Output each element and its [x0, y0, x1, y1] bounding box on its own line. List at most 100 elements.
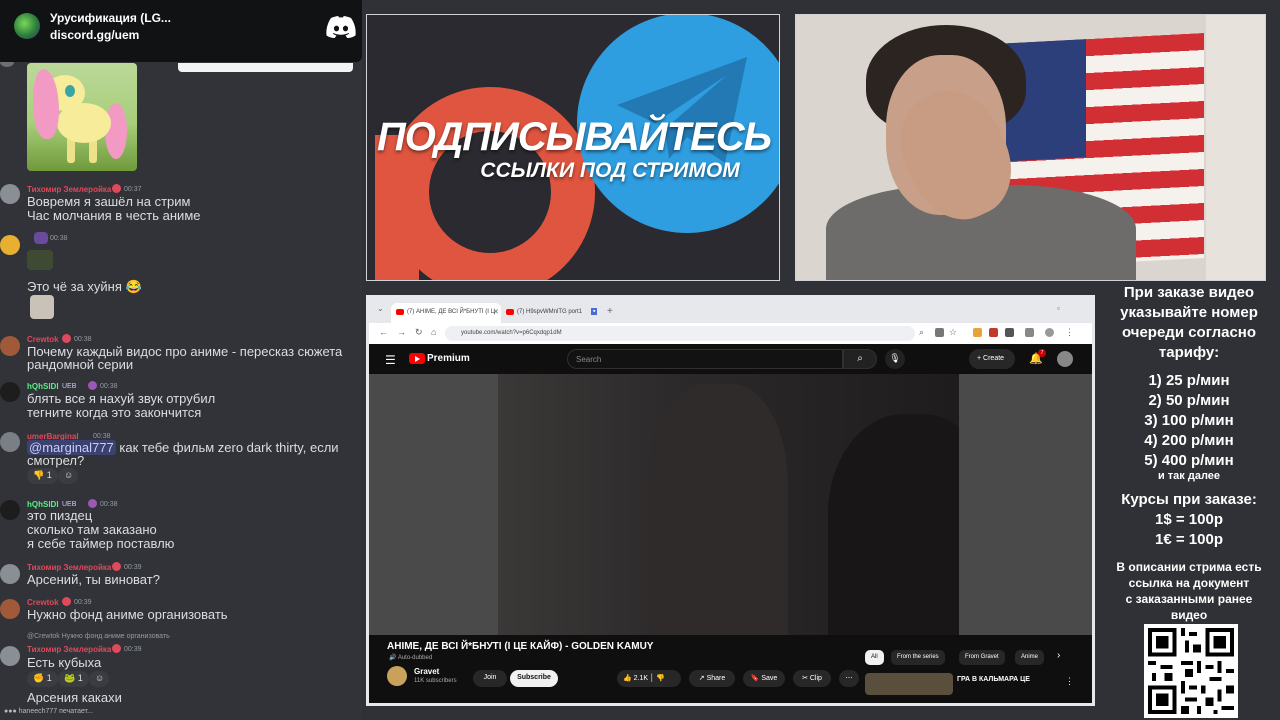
- avatar[interactable]: [0, 382, 20, 402]
- create-button[interactable]: + Create: [969, 349, 1015, 369]
- channel-avatar[interactable]: [387, 666, 407, 686]
- pony-image[interactable]: [27, 63, 137, 171]
- youtube-brand[interactable]: Premium: [427, 353, 470, 364]
- url-field[interactable]: youtube.com/watch?v=p6Cqxdqp1dM: [445, 326, 915, 341]
- microphone-icon[interactable]: 🎙: [885, 349, 905, 369]
- cast-icon[interactable]: [935, 328, 944, 337]
- message-line: Нужно фонд аниме организовать: [27, 607, 228, 622]
- hamburger-menu-icon[interactable]: ☰: [385, 353, 396, 367]
- username[interactable]: Crewtok: [27, 335, 59, 344]
- price-tier: 1) 25 р/мин: [1148, 372, 1230, 389]
- timestamp: 00:38: [100, 501, 118, 508]
- chip-all[interactable]: All: [865, 650, 884, 665]
- bookmark-star-icon[interactable]: ☆: [949, 327, 957, 338]
- create-label: Create: [983, 355, 1005, 362]
- embed-bar: [178, 63, 353, 72]
- window-minimize-icon[interactable]: ▫: [1057, 304, 1060, 313]
- youtube-logo-icon[interactable]: [409, 353, 425, 364]
- chip-from-channel[interactable]: From Gravet: [959, 650, 1005, 665]
- youtube-header: ☰ Premium Search ⌕ 🎙 + Create 🔔 7: [369, 344, 1092, 374]
- back-icon[interactable]: ←: [379, 327, 388, 337]
- home-icon[interactable]: ⌂: [431, 327, 436, 337]
- username[interactable]: Тихомир Землеройка: [27, 645, 111, 654]
- more-options-icon[interactable]: ⋮: [1065, 676, 1074, 687]
- qr-code[interactable]: [1144, 624, 1238, 718]
- reaction-button[interactable]: 🐸 1: [58, 671, 89, 687]
- extension-icon[interactable]: [1005, 328, 1014, 337]
- more-actions-icon[interactable]: ⋯: [839, 670, 859, 687]
- search-button[interactable]: ⌕: [843, 349, 877, 369]
- extension-icon[interactable]: [989, 328, 998, 337]
- recommended-title[interactable]: ГРА В КАЛЬМАРА ЦЕ: [957, 676, 1030, 683]
- reaction-count: 1: [77, 673, 83, 683]
- forward-icon[interactable]: →: [397, 327, 406, 337]
- new-tab-button[interactable]: +: [607, 306, 613, 317]
- reaction-count: 1: [46, 673, 52, 683]
- message-line: я себе таймер поставлю: [27, 536, 175, 551]
- rate-line: 1$ = 100р: [1155, 511, 1223, 528]
- browser-menu-icon[interactable]: ⋮: [1065, 327, 1074, 338]
- message-line: рандомной серии: [27, 357, 134, 372]
- price-heading-line: При заказе видео: [1123, 284, 1255, 301]
- username[interactable]: Тихомир Землеройка: [27, 185, 111, 194]
- avatar[interactable]: [0, 184, 20, 204]
- username[interactable]: hQhSlDl: [27, 382, 59, 391]
- add-reaction-icon[interactable]: ☺: [58, 468, 78, 484]
- chevron-right-icon[interactable]: ›: [1057, 650, 1060, 661]
- nitro-badge-icon: [88, 499, 97, 508]
- avatar[interactable]: [0, 646, 20, 666]
- discord-invite-banner[interactable]: Урусификация (LG... discord.gg/uem: [0, 0, 362, 62]
- avatar[interactable]: [0, 432, 20, 452]
- tab-group-icon[interactable]: ▪: [591, 308, 598, 315]
- tab-search-icon[interactable]: ⌄: [377, 304, 384, 313]
- auto-dubbed-text: Auto-dubbed: [397, 655, 433, 661]
- clip-button[interactable]: ✂ Clip: [793, 670, 831, 687]
- chip-anime[interactable]: Anime: [1015, 650, 1045, 665]
- account-avatar[interactable]: [1057, 351, 1073, 367]
- qr-code-icon: [1148, 628, 1234, 714]
- zoom-icon[interactable]: ⌕: [919, 327, 924, 338]
- note-line: с заказанными ранее: [1125, 592, 1253, 606]
- add-reaction-icon[interactable]: ☺: [89, 671, 109, 687]
- avatar[interactable]: [0, 336, 20, 356]
- reply-preview[interactable]: @Crewtok Нужно фонд аниме организовать: [27, 633, 170, 640]
- price-tier: 3) 100 р/мин: [1144, 412, 1234, 429]
- extension-icon[interactable]: [973, 328, 982, 337]
- notification-count: 7: [1038, 349, 1046, 357]
- subscribe-promo-banner: ПОДПИСЫВАЙТЕСЬ ССЫЛКИ ПОД СТРИМОМ: [366, 14, 780, 281]
- username[interactable]: Crewtok: [27, 598, 59, 607]
- subscribe-button[interactable]: Subscribe: [510, 670, 558, 687]
- profile-icon[interactable]: [1045, 328, 1054, 337]
- channel-name[interactable]: Gravet: [414, 667, 439, 676]
- reaction-button[interactable]: 👎 1: [27, 468, 58, 484]
- tab-second[interactable]: (7) H9spvWMnlTG port1: [501, 303, 591, 323]
- message-line: это пиздец: [27, 508, 93, 523]
- avatar[interactable]: [0, 599, 20, 619]
- save-button[interactable]: 🔖 Save: [743, 670, 785, 687]
- avatar[interactable]: [0, 500, 20, 520]
- share-button[interactable]: ↗ Share: [689, 670, 735, 687]
- reload-icon[interactable]: ↻: [415, 327, 423, 338]
- rates-heading: Курсы при заказе:: [1121, 491, 1257, 508]
- role-badge-icon: [112, 644, 121, 653]
- join-button[interactable]: Join: [473, 670, 507, 687]
- role-badge-icon: [62, 597, 71, 606]
- avatar[interactable]: [0, 235, 20, 255]
- search-icon: ⌕: [857, 353, 863, 364]
- discord-logo-icon: [326, 16, 356, 38]
- avatar[interactable]: [0, 564, 20, 584]
- tab-youtube-video[interactable]: (7) АНІМЕ, ДЕ ВСІ Й*БНУТІ (І Ц: [391, 303, 501, 323]
- username[interactable]: Тихомир Землеройка: [27, 563, 111, 572]
- youtube-favicon-icon: [506, 309, 514, 315]
- recommended-thumbnail[interactable]: [865, 673, 953, 695]
- like-button[interactable]: 👍 2.1K │ 👎: [617, 670, 681, 687]
- invite-link[interactable]: discord.gg/uem: [50, 28, 139, 42]
- video-player[interactable]: [369, 374, 1092, 635]
- search-input[interactable]: Search: [567, 349, 843, 369]
- chip-from-series[interactable]: From the series: [891, 650, 945, 665]
- extensions-puzzle-icon[interactable]: [1025, 328, 1034, 337]
- reaction-button[interactable]: ✊ 1: [27, 671, 58, 687]
- timestamp: 00:39: [124, 646, 142, 653]
- message-text: как тебе фильм zero dark thirty, если: [115, 440, 339, 455]
- close-tab-icon[interactable]: ✕: [493, 308, 499, 316]
